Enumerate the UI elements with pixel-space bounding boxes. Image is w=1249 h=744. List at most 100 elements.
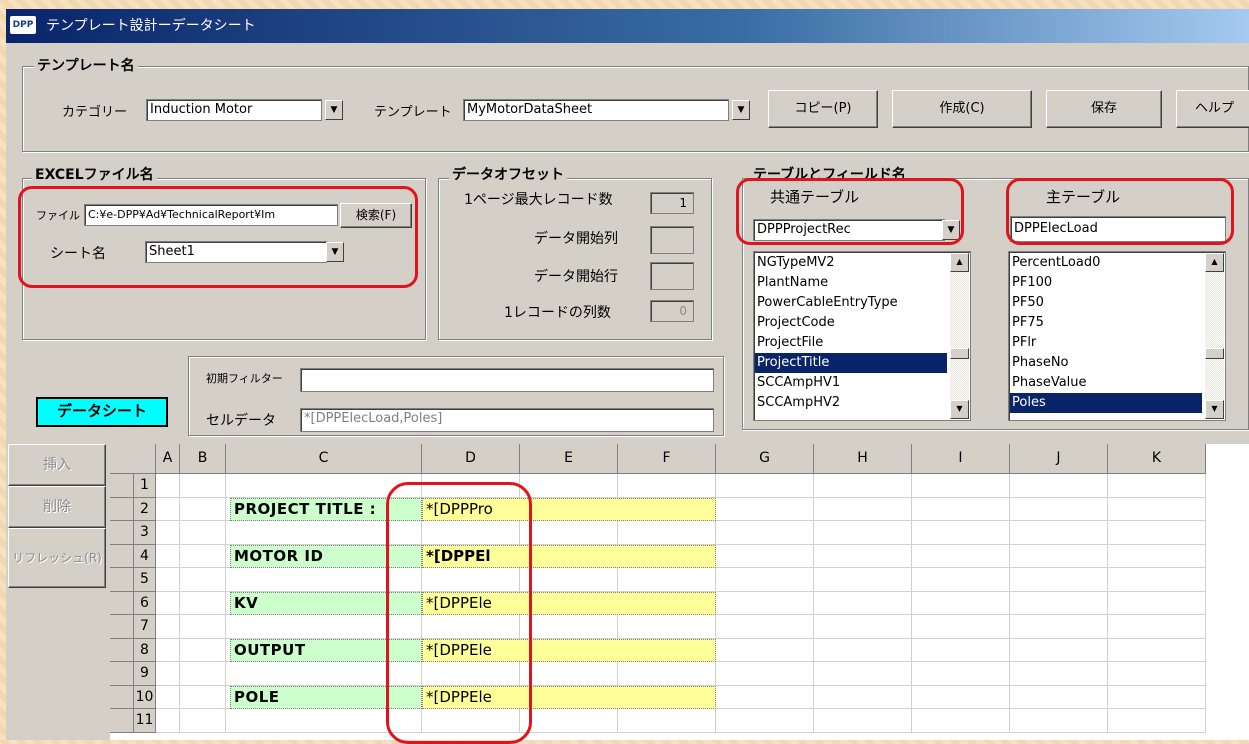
sheet-cell[interactable] — [156, 497, 180, 522]
sheet-cell[interactable] — [520, 568, 618, 592]
sheet-cell[interactable] — [520, 521, 618, 545]
scroll-up-icon[interactable]: ▲ — [1205, 253, 1224, 272]
sheet-cell[interactable] — [156, 591, 180, 616]
sheet-cell[interactable] — [716, 638, 814, 663]
sheet-cell[interactable] — [912, 638, 1010, 663]
sheet-cell[interactable] — [1108, 615, 1206, 639]
row-header[interactable]: 8 — [134, 638, 156, 663]
sheet-cell[interactable] — [716, 521, 814, 545]
field-list-item[interactable]: PowerCableEntryType — [755, 293, 947, 313]
column-header[interactable]: F — [618, 444, 716, 474]
sheet-cell[interactable] — [912, 568, 1010, 592]
sheet-cell[interactable] — [156, 662, 180, 686]
row-header[interactable]: 4 — [134, 544, 156, 569]
row-header[interactable]: 3 — [134, 521, 156, 545]
column-header[interactable]: J — [1010, 444, 1108, 474]
field-list-item[interactable]: ProjectFile — [755, 333, 947, 353]
sheet-cell[interactable] — [618, 662, 716, 686]
field-list-item[interactable]: PercentLoad0 — [1010, 253, 1202, 273]
max-records-input[interactable]: 1 — [650, 192, 694, 214]
row-header[interactable]: 1 — [134, 474, 156, 498]
category-select[interactable]: Induction Motor — [146, 99, 322, 121]
field-list-item[interactable]: PlantName — [755, 273, 947, 293]
sheet-cell[interactable] — [716, 709, 814, 733]
sheet-cell[interactable] — [1108, 685, 1206, 710]
create-button[interactable]: 作成(C) — [892, 90, 1032, 128]
sheet-cell[interactable] — [814, 568, 912, 592]
sheet-cell[interactable] — [1010, 521, 1108, 545]
sheet-cell[interactable] — [716, 568, 814, 592]
column-header[interactable]: B — [180, 444, 226, 474]
sheet-cell[interactable] — [716, 591, 814, 616]
sheet-cell[interactable] — [814, 638, 912, 663]
sheet-cell[interactable] — [180, 497, 226, 522]
sheet-cell[interactable] — [520, 709, 618, 733]
sheet-cell[interactable] — [1010, 568, 1108, 592]
delete-button[interactable]: 削除 — [8, 486, 106, 528]
sheet-cell[interactable] — [520, 474, 618, 498]
sheet-cell[interactable] — [1010, 685, 1108, 710]
field-list-item[interactable]: Poles — [1010, 393, 1202, 413]
field-list-item[interactable]: PF75 — [1010, 313, 1202, 333]
sheet-cell[interactable] — [618, 521, 716, 545]
column-header[interactable]: I — [912, 444, 1010, 474]
sheet-cell[interactable] — [1010, 615, 1108, 639]
scroll-thumb[interactable] — [1205, 348, 1224, 359]
field-list-item[interactable]: PF100 — [1010, 273, 1202, 293]
sheet-cell[interactable] — [1108, 497, 1206, 522]
row-header[interactable]: 7 — [134, 615, 156, 639]
column-header[interactable]: E — [520, 444, 618, 474]
help-button[interactable]: ヘルプ — [1176, 90, 1249, 128]
sheet-cell[interactable] — [814, 474, 912, 498]
sheet-cell[interactable] — [912, 544, 1010, 569]
sheet-cell[interactable] — [912, 662, 1010, 686]
sheet-cell[interactable] — [156, 638, 180, 663]
column-header[interactable]: A — [156, 444, 180, 474]
sheet-cell[interactable] — [618, 615, 716, 639]
refresh-button[interactable]: リフレッシュ(R) — [8, 528, 106, 588]
sheet-cell[interactable] — [156, 615, 180, 639]
initial-filter-input[interactable] — [300, 368, 714, 392]
start-col-input[interactable] — [650, 226, 694, 254]
sheet-cell[interactable] — [1010, 709, 1108, 733]
sheet-cell[interactable] — [618, 474, 716, 498]
field-list-item[interactable]: SCCAmpHV2 — [755, 393, 947, 413]
sheet-cell[interactable] — [1010, 474, 1108, 498]
start-row-input[interactable] — [650, 262, 694, 290]
sheet-cell[interactable] — [716, 474, 814, 498]
sheet-cell[interactable] — [180, 521, 226, 545]
sheet-cell[interactable] — [156, 709, 180, 733]
sheet-cell[interactable] — [1010, 544, 1108, 569]
sheet-corner[interactable] — [110, 444, 156, 474]
sheet-cell[interactable] — [156, 521, 180, 545]
scroll-up-icon[interactable]: ▲ — [950, 253, 969, 272]
sheet-cell[interactable] — [1108, 638, 1206, 663]
sheet-cell[interactable] — [180, 662, 226, 686]
sheet-cell[interactable] — [180, 615, 226, 639]
sheet-cell[interactable] — [814, 662, 912, 686]
scroll-down-icon[interactable]: ▼ — [1205, 400, 1224, 419]
sheet-cell[interactable] — [520, 662, 618, 686]
sheet-cell[interactable] — [156, 568, 180, 592]
field-list-item[interactable]: ProjectCode — [755, 313, 947, 333]
sheet-cell[interactable] — [716, 544, 814, 569]
sheet-cell[interactable] — [814, 544, 912, 569]
sheet-cell[interactable] — [716, 685, 814, 710]
sheet-cell[interactable] — [814, 685, 912, 710]
sheet-cell[interactable] — [1010, 497, 1108, 522]
sheet-cell[interactable] — [180, 568, 226, 592]
sheet-cell[interactable] — [1108, 568, 1206, 592]
sheet-cell[interactable] — [912, 709, 1010, 733]
save-button[interactable]: 保存 — [1046, 90, 1162, 128]
main-fields-scrollbar[interactable] — [1205, 253, 1224, 419]
template-dropdown-icon[interactable]: ▼ — [732, 100, 750, 120]
sheet-cell[interactable] — [180, 591, 226, 616]
sheet-cell[interactable] — [912, 685, 1010, 710]
column-header[interactable]: K — [1108, 444, 1206, 474]
sheet-cell[interactable] — [1108, 521, 1206, 545]
sheet-cell[interactable] — [156, 685, 180, 710]
sheet-cell[interactable] — [180, 685, 226, 710]
field-list-item[interactable]: PhaseNo — [1010, 353, 1202, 373]
column-header[interactable]: D — [422, 444, 520, 474]
sheet-cell[interactable] — [618, 568, 716, 592]
